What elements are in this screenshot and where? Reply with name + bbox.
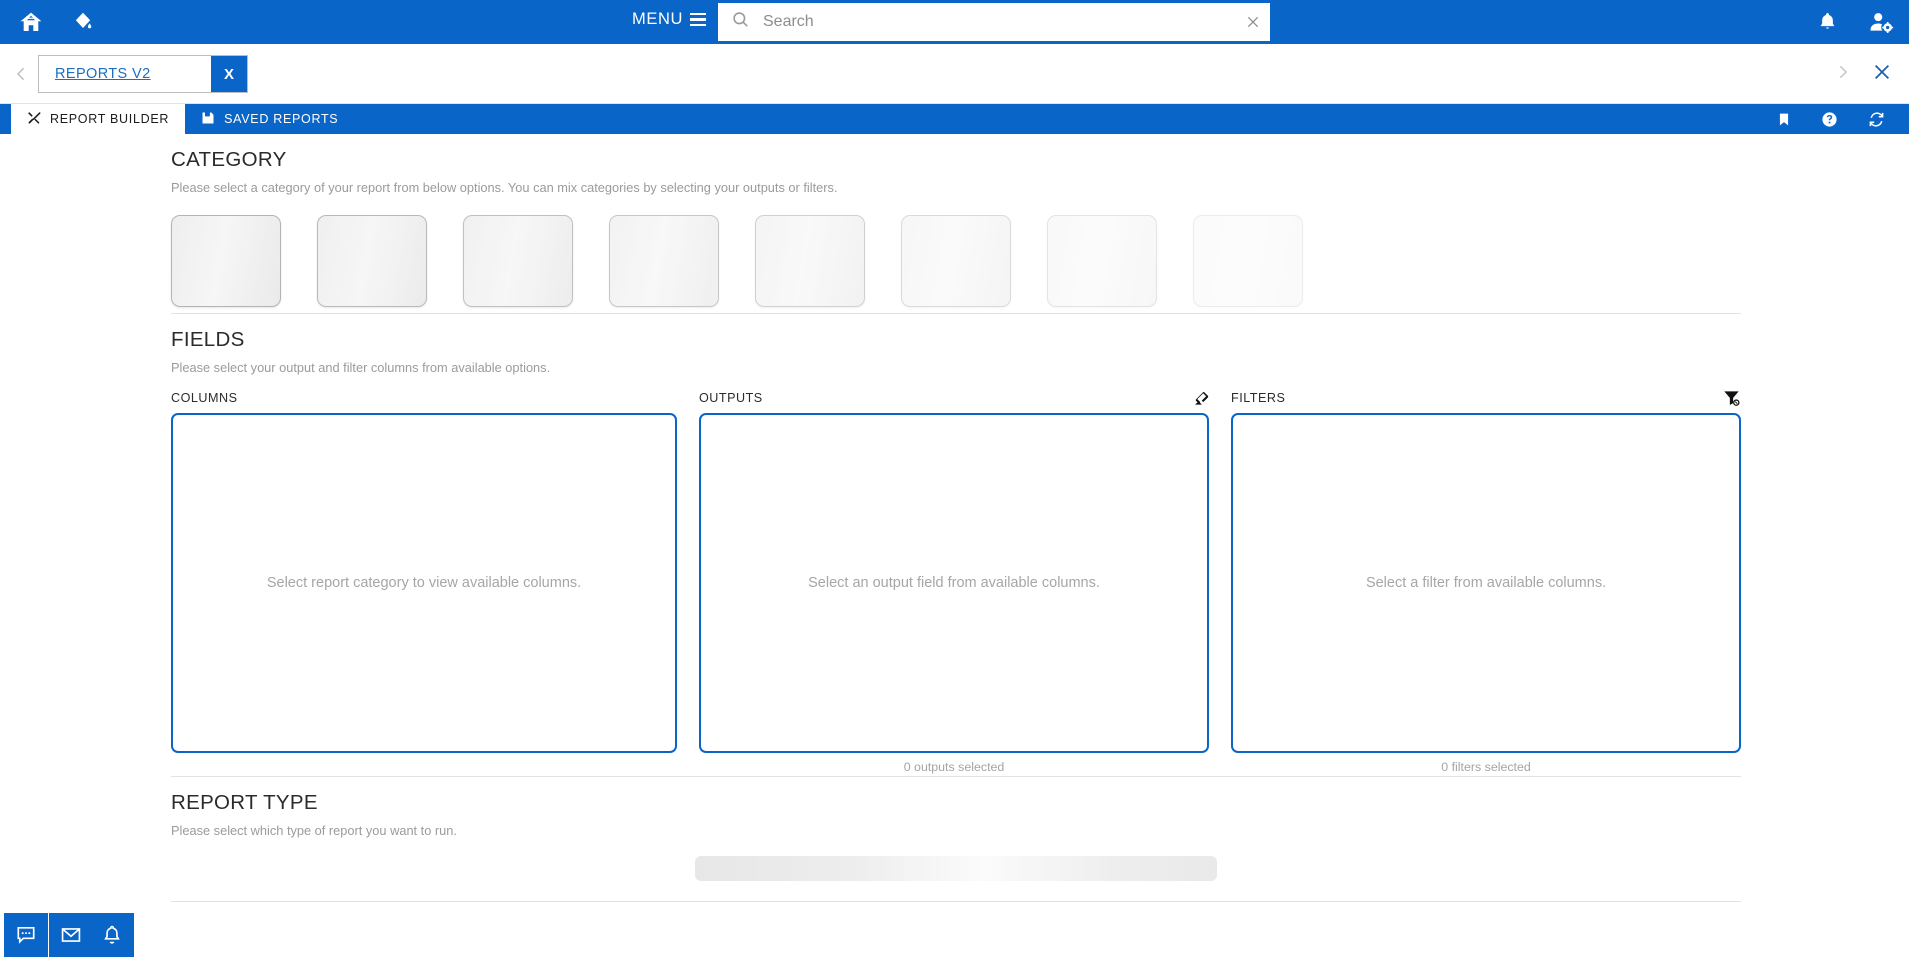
tab-close-button[interactable]: X <box>211 56 247 92</box>
section-divider <box>171 901 1741 902</box>
module-toolbar-actions <box>1777 104 1909 134</box>
menu-button[interactable]: MENU <box>632 10 706 29</box>
tab-bar-actions <box>1829 58 1895 86</box>
category-tile[interactable] <box>317 215 427 307</box>
outputs-panel-hint: Select an output field from available co… <box>808 575 1100 591</box>
filters-panel-hint: Select a filter from available columns. <box>1365 575 1607 591</box>
save-icon <box>201 111 215 128</box>
filters-panel[interactable]: Select a filter from available columns. <box>1231 413 1742 753</box>
water-drop-icon[interactable] <box>66 5 100 39</box>
chat-icon[interactable] <box>4 913 48 957</box>
category-tile[interactable] <box>463 215 573 307</box>
category-tile[interactable] <box>901 215 1011 307</box>
fields-columns: COLUMNS Select report category to view a… <box>171 387 1742 776</box>
fields-title: FIELDS <box>171 328 245 351</box>
columns-panel-hint: Select report category to view available… <box>266 575 582 591</box>
filters-selected-count: 0 filters selected <box>1441 760 1531 774</box>
bell-icon[interactable] <box>90 913 134 957</box>
category-tile[interactable] <box>1193 215 1303 307</box>
search-bar[interactable] <box>718 3 1270 41</box>
tab-label[interactable]: REPORTS V2 <box>39 56 211 92</box>
category-section: CATEGORY Please select a category of you… <box>171 134 1741 313</box>
user-settings-icon[interactable] <box>1865 6 1897 38</box>
module-toolbar: REPORT BUILDER SAVED REPORTS <box>0 104 1909 134</box>
category-tile[interactable] <box>609 215 719 307</box>
tab-bar: REPORTS V2 X <box>0 44 1909 104</box>
eraser-icon[interactable] <box>1192 390 1209 407</box>
close-icon[interactable] <box>1869 58 1895 86</box>
mail-icon[interactable] <box>49 913 93 957</box>
search-input[interactable] <box>763 13 1236 31</box>
columns-panel[interactable]: Select report category to view available… <box>171 413 678 753</box>
tools-icon <box>27 111 41 128</box>
footer-bar <box>0 909 1909 963</box>
report-type-title: REPORT TYPE <box>171 791 318 814</box>
module-tab-label: SAVED REPORTS <box>224 112 339 126</box>
outputs-panel-title: OUTPUTS <box>699 391 763 405</box>
hamburger-icon <box>689 12 706 27</box>
report-builder-content: CATEGORY Please select a category of you… <box>0 134 1909 909</box>
menu-label: MENU <box>632 10 683 28</box>
category-tile[interactable] <box>755 215 865 307</box>
tab-reports-v2[interactable]: REPORTS V2 X <box>38 55 248 93</box>
bell-icon[interactable] <box>1811 6 1843 38</box>
chevron-left-icon[interactable] <box>8 60 34 88</box>
category-tile[interactable] <box>1047 215 1157 307</box>
bookmark-icon[interactable] <box>1777 111 1791 128</box>
filter-clear-icon[interactable] <box>1722 389 1741 407</box>
top-navigation-bar: MENU <box>0 0 1909 44</box>
category-tile-list <box>171 215 1741 313</box>
search-icon <box>731 10 750 34</box>
columns-panel-title: COLUMNS <box>171 391 238 405</box>
columns-panel-footer <box>171 760 677 776</box>
chevron-right-icon[interactable] <box>1829 58 1855 86</box>
refresh-icon[interactable] <box>1868 111 1885 128</box>
tab-saved-reports[interactable]: SAVED REPORTS <box>185 104 354 134</box>
tab-report-builder[interactable]: REPORT BUILDER <box>11 104 186 134</box>
fields-section: FIELDS Please select your output and fil… <box>171 314 1742 776</box>
clear-icon[interactable] <box>1236 3 1270 41</box>
outputs-selected-count: 0 outputs selected <box>903 760 1005 774</box>
help-icon[interactable] <box>1821 111 1838 128</box>
report-type-description: Please select which type of report you w… <box>171 823 457 838</box>
topbar-actions <box>1811 6 1897 38</box>
report-type-placeholder[interactable] <box>695 856 1217 881</box>
fields-description: Please select your output and filter col… <box>171 360 551 375</box>
outputs-panel-header: OUTPUTS <box>699 387 1209 409</box>
filters-panel-header: FILTERS <box>1231 387 1741 409</box>
module-tab-label: REPORT BUILDER <box>50 112 170 126</box>
filters-panel-title: FILTERS <box>1231 391 1286 405</box>
columns-panel-wrapper: COLUMNS Select report category to view a… <box>171 387 678 776</box>
category-description: Please select a category of your report … <box>171 180 838 195</box>
report-type-section: REPORT TYPE Please select which type of … <box>171 777 1741 881</box>
category-title: CATEGORY <box>171 148 287 171</box>
outputs-panel[interactable]: Select an output field from available co… <box>699 413 1210 753</box>
home-icon[interactable] <box>14 5 48 39</box>
columns-panel-header: COLUMNS <box>171 387 677 409</box>
category-tile[interactable] <box>171 215 281 307</box>
outputs-panel-wrapper: OUTPUTS Select an output field from avai… <box>699 387 1210 776</box>
filters-panel-wrapper: FILTERS Select a filter from available c… <box>1231 387 1742 776</box>
